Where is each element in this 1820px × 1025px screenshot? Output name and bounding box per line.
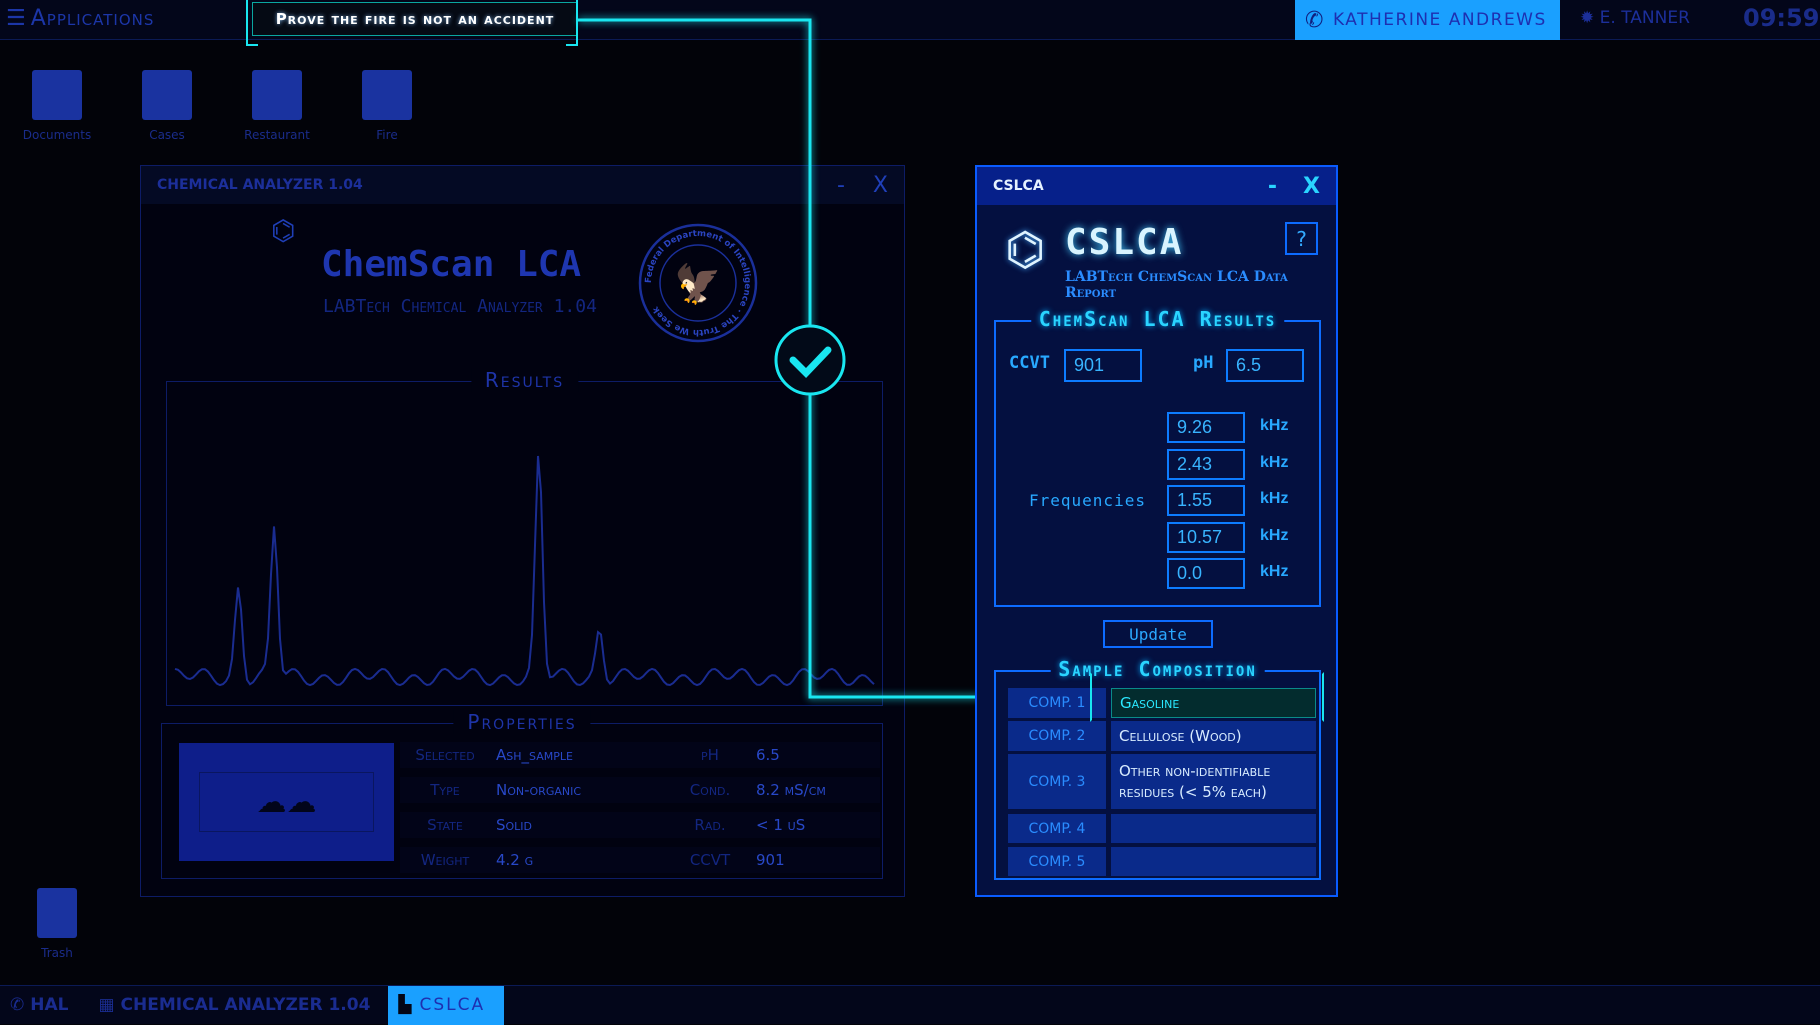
composition-value[interactable]	[1111, 814, 1316, 843]
composition-value[interactable]: Other non-identifiable residues (< 5% ea…	[1111, 754, 1316, 809]
taskbar-item-cslca[interactable]: ▙ CSLCA	[388, 985, 505, 1025]
composition-value[interactable]	[1111, 847, 1316, 876]
composition-label: COMP. 5	[1008, 847, 1106, 876]
molecule-icon: ⌬	[1005, 222, 1046, 276]
composition-row[interactable]: COMP. 2 Cellulose (Wood)	[1008, 721, 1316, 751]
objective-connector	[578, 18, 1100, 699]
window-title: CSLCA	[993, 178, 1044, 194]
help-button[interactable]: ?	[1285, 222, 1318, 255]
frequency-input[interactable]: 10.57	[1167, 521, 1245, 553]
cslca-window: CSLCA - X ⌬ CSLCA LABTech ChemScan LCA Dat…	[975, 165, 1338, 897]
phone-icon: ✆	[10, 995, 25, 1015]
taskbar-item-chemical-analyzer[interactable]: ▦ CHEMICAL ANALYZER 1.04	[88, 986, 380, 1025]
taskbar-label: CSLCA	[419, 995, 486, 1015]
taskbar-item-hal[interactable]: ✆ HAL	[0, 986, 78, 1025]
composition-label: COMP. 2	[1008, 721, 1106, 751]
frequency-input[interactable]: 0.0	[1167, 558, 1245, 589]
frequency-unit: kHz	[1260, 417, 1289, 434]
frequencies-label: Frequencies	[1029, 491, 1146, 510]
taskbar: ✆ HAL ▦ CHEMICAL ANALYZER 1.04 ▙ CSLCA	[0, 985, 1820, 1025]
ccvt-input[interactable]: 901	[1064, 349, 1142, 382]
check-circle	[774, 324, 846, 396]
app-name: CSLCA	[1065, 222, 1184, 263]
ph-input[interactable]: 6.5	[1226, 349, 1304, 382]
composition-row[interactable]: COMP. 3 Other non-identifiable residues (…	[1008, 754, 1316, 809]
frequency-unit: kHz	[1260, 490, 1289, 507]
ph-label: pH	[1193, 353, 1214, 373]
frequency-input[interactable]: 1.55	[1167, 485, 1245, 516]
ccvt-label: CCVT	[1009, 353, 1050, 373]
composition-label: COMP. 3	[1008, 754, 1106, 809]
taskbar-label: CHEMICAL ANALYZER 1.04	[120, 995, 371, 1015]
close-button[interactable]: X	[1303, 174, 1320, 199]
selection-bracket	[1090, 672, 1324, 722]
frequency-input[interactable]: 9.26	[1167, 412, 1245, 443]
window-titlebar[interactable]: CSLCA - X	[977, 167, 1336, 205]
taskbar-label: HAL	[30, 995, 69, 1015]
composition-row[interactable]: COMP. 4	[1008, 814, 1316, 843]
app-subtitle: LABTech ChemScan LCA Data Report	[1065, 269, 1288, 301]
analyzer-icon: ▦	[98, 995, 115, 1015]
frequency-unit: kHz	[1260, 453, 1289, 471]
monitor-icon: ▙	[398, 995, 414, 1015]
composition-label: COMP. 4	[1008, 814, 1106, 843]
composition-row[interactable]: COMP. 5	[1008, 847, 1316, 876]
update-button[interactable]: Update	[1103, 620, 1213, 648]
composition-value[interactable]: Cellulose (Wood)	[1111, 721, 1316, 751]
results-title: ChemScan LCA Results	[1030, 307, 1285, 331]
minimize-button[interactable]: -	[1268, 174, 1277, 199]
frequency-unit: kHz	[1260, 563, 1289, 580]
frequency-input[interactable]: 2.43	[1167, 448, 1245, 480]
frequency-unit: kHz	[1260, 526, 1289, 544]
